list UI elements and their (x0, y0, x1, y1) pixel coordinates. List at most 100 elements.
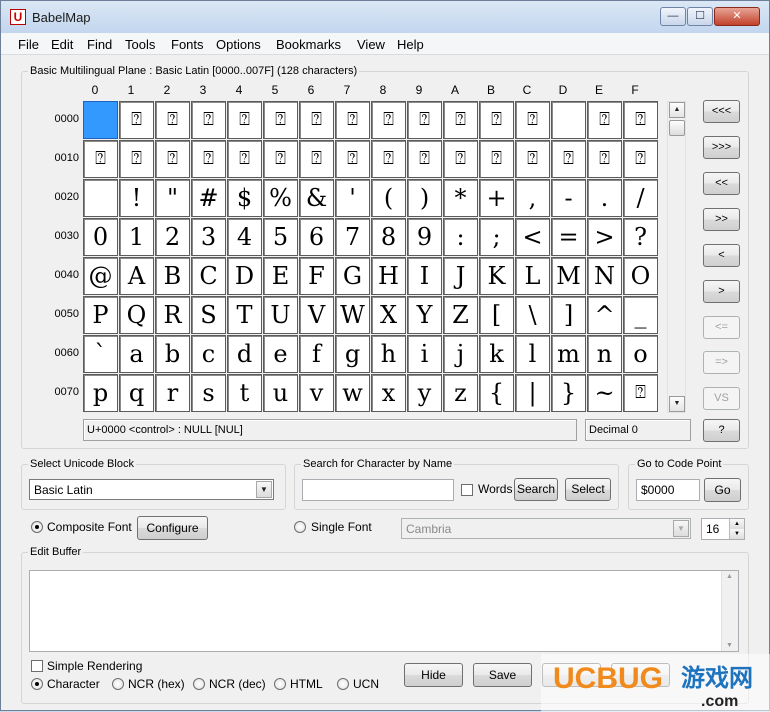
character-cell[interactable]: ⍰ (119, 140, 154, 178)
character-cell[interactable]: [ (479, 296, 514, 334)
character-cell[interactable]: 2 (155, 218, 190, 256)
menu-tools[interactable]: Tools (125, 37, 155, 52)
character-cell[interactable]: S (191, 296, 226, 334)
dropdown-arrow-icon[interactable]: ▼ (256, 481, 272, 498)
character-cell[interactable]: X (371, 296, 406, 334)
character-cell[interactable]: 3 (191, 218, 226, 256)
character-cell[interactable]: = (551, 218, 586, 256)
character-cell[interactable]: ⍰ (371, 140, 406, 178)
simple-rendering-checkbox[interactable] (31, 660, 43, 672)
character-cell[interactable]: ⍰ (191, 101, 226, 139)
minimize-button[interactable]: — (660, 7, 686, 26)
character-cell[interactable]: % (263, 179, 298, 217)
edit-buffer-scrollbar[interactable]: ▲ ▼ (721, 571, 738, 651)
character-cell[interactable]: R (155, 296, 190, 334)
character-cell[interactable]: t (227, 374, 262, 412)
character-cell[interactable]: M (551, 257, 586, 295)
character-cell[interactable]: # (191, 179, 226, 217)
character-cell[interactable]: ⍰ (479, 101, 514, 139)
nav-button[interactable]: >> (703, 208, 740, 231)
search-button[interactable]: Search (514, 478, 558, 501)
menu-find[interactable]: Find (87, 37, 112, 52)
character-cell[interactable]: K (479, 257, 514, 295)
character-cell[interactable]: D (227, 257, 262, 295)
character-cell[interactable]: N (587, 257, 622, 295)
character-cell[interactable]: E (263, 257, 298, 295)
character-cell[interactable]: ⍰ (515, 140, 550, 178)
character-cell[interactable]: ~ (587, 374, 622, 412)
character-cell[interactable]: / (623, 179, 658, 217)
character-cell[interactable]: m (551, 335, 586, 373)
character-cell[interactable]: ] (551, 296, 586, 334)
character-cell[interactable]: c (191, 335, 226, 373)
character-cell[interactable]: w (335, 374, 370, 412)
character-cell[interactable]: o (623, 335, 658, 373)
character-cell[interactable]: ⍰ (299, 140, 334, 178)
character-cell[interactable]: ⍰ (83, 140, 118, 178)
format-html-radio[interactable] (274, 678, 286, 690)
character-cell[interactable] (83, 179, 118, 217)
character-cell[interactable]: : (443, 218, 478, 256)
character-cell[interactable]: e (263, 335, 298, 373)
character-cell[interactable]: ⍰ (515, 101, 550, 139)
character-cell[interactable]: } (551, 374, 586, 412)
character-cell[interactable]: v (299, 374, 334, 412)
maximize-button[interactable]: ☐ (687, 7, 713, 26)
dropdown-arrow-icon[interactable]: ▼ (673, 520, 689, 537)
character-cell[interactable]: ! (119, 179, 154, 217)
character-cell[interactable]: U (263, 296, 298, 334)
nav-button[interactable]: <= (703, 316, 740, 339)
character-cell[interactable]: ⍰ (623, 101, 658, 139)
close-button[interactable]: ✕ (714, 7, 760, 26)
character-cell[interactable]: y (407, 374, 442, 412)
character-cell[interactable]: x (371, 374, 406, 412)
character-cell[interactable]: ⍰ (155, 140, 190, 178)
format-character-radio[interactable] (31, 678, 43, 690)
character-cell[interactable]: 0 (83, 218, 118, 256)
hide-button[interactable]: Hide (404, 663, 463, 687)
character-cell[interactable]: | (515, 374, 550, 412)
selected-character-cell[interactable] (83, 101, 118, 139)
character-cell[interactable]: k (479, 335, 514, 373)
character-cell[interactable]: ⍰ (335, 140, 370, 178)
format-ncr-hex-radio[interactable] (112, 678, 124, 690)
character-cell[interactable]: ⍰ (623, 140, 658, 178)
single-font-radio[interactable] (294, 521, 306, 533)
menu-fonts[interactable]: Fonts (171, 37, 204, 52)
character-cell[interactable]: _ (623, 296, 658, 334)
character-cell[interactable]: O (623, 257, 658, 295)
character-cell[interactable]: 5 (263, 218, 298, 256)
character-cell[interactable]: p (83, 374, 118, 412)
character-cell[interactable]: * (443, 179, 478, 217)
character-cell[interactable]: L (515, 257, 550, 295)
select-button[interactable]: Select (565, 478, 611, 501)
character-cell[interactable]: n (587, 335, 622, 373)
character-cell[interactable]: ? (623, 218, 658, 256)
character-cell[interactable]: @ (83, 257, 118, 295)
character-cell[interactable]: Q (119, 296, 154, 334)
character-cell[interactable]: ⍰ (407, 101, 442, 139)
nav-button[interactable]: VS (703, 387, 740, 410)
character-cell[interactable]: 6 (299, 218, 334, 256)
character-cell[interactable]: i (407, 335, 442, 373)
character-cell[interactable]: ⍰ (587, 140, 622, 178)
character-cell[interactable]: l (515, 335, 550, 373)
grid-scrollbar[interactable]: ▲ ▼ (667, 101, 686, 413)
scroll-up-icon[interactable]: ▲ (726, 573, 733, 580)
character-cell[interactable]: , (515, 179, 550, 217)
character-cell[interactable]: ⍰ (443, 140, 478, 178)
character-cell[interactable]: 9 (407, 218, 442, 256)
title-bar[interactable]: U BabelMap — ☐ ✕ (1, 1, 769, 33)
character-cell[interactable]: C (191, 257, 226, 295)
character-cell[interactable]: z (443, 374, 478, 412)
character-cell[interactable]: B (155, 257, 190, 295)
character-cell[interactable]: ⍰ (191, 140, 226, 178)
go-button[interactable]: Go (704, 478, 741, 502)
character-cell[interactable]: q (119, 374, 154, 412)
nav-button[interactable]: => (703, 351, 740, 374)
character-cell[interactable]: - (551, 179, 586, 217)
character-cell[interactable]: 4 (227, 218, 262, 256)
character-cell[interactable]: F (299, 257, 334, 295)
format-ucn-radio[interactable] (337, 678, 349, 690)
character-cell[interactable]: ⍰ (407, 140, 442, 178)
